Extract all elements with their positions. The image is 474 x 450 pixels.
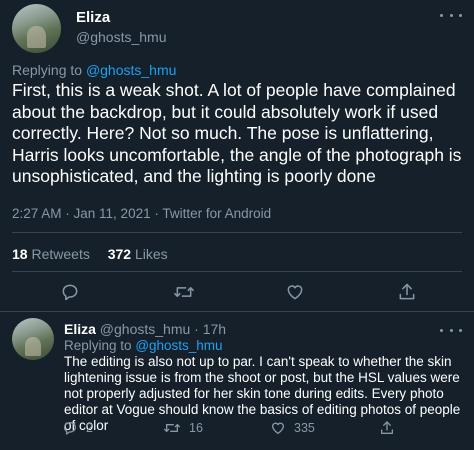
tweet-text: The editing is also not up to par. I can… xyxy=(64,354,461,433)
share-icon[interactable] xyxy=(397,282,417,302)
like-icon[interactable] xyxy=(270,420,286,436)
handle[interactable]: @ghosts_hmu xyxy=(76,29,166,45)
display-name[interactable]: Eliza xyxy=(64,321,96,337)
divider xyxy=(12,271,462,272)
divider xyxy=(0,311,474,312)
reply-count: 2 xyxy=(86,421,93,435)
retweets-label: Retweets xyxy=(31,246,90,262)
replying-to-prefix: Replying to xyxy=(64,338,132,353)
replying-to-prefix: Replying to xyxy=(12,62,83,78)
separator: · xyxy=(194,321,199,337)
divider xyxy=(12,232,462,233)
more-icon[interactable] xyxy=(440,325,462,335)
retweets-stat[interactable]: 18 Retweets xyxy=(12,246,94,262)
more-icon[interactable] xyxy=(440,10,462,20)
like-action[interactable]: 335 xyxy=(270,420,315,436)
likes-stat[interactable]: 372 Likes xyxy=(108,246,168,262)
reply-header: Eliza @ghosts_hmu · 17h xyxy=(64,321,226,337)
tweet-text: First, this is a weak shot. A lot of peo… xyxy=(12,80,462,186)
likes-label: Likes xyxy=(134,246,168,262)
retweets-count: 18 xyxy=(12,246,28,262)
tweet-time[interactable]: 17h xyxy=(203,321,226,337)
likes-count: 372 xyxy=(107,246,132,262)
reply-action[interactable]: 2 xyxy=(62,420,93,436)
avatar[interactable] xyxy=(12,318,54,360)
retweet-count: 16 xyxy=(189,421,203,435)
replying-to-link[interactable]: @ghosts_hmu xyxy=(86,62,176,78)
reply-icon[interactable] xyxy=(60,282,80,302)
replying-to-line: Replying to @ghosts_hmu xyxy=(64,338,223,353)
replying-to-line: Replying to @ghosts_hmu xyxy=(12,62,176,78)
reply-icon[interactable] xyxy=(62,420,78,436)
handle[interactable]: @ghosts_hmu xyxy=(100,321,190,337)
like-icon[interactable] xyxy=(285,282,305,302)
replying-to-link[interactable]: @ghosts_hmu xyxy=(135,338,222,353)
like-count: 335 xyxy=(294,421,315,435)
display-name[interactable]: Eliza xyxy=(76,9,110,26)
avatar[interactable] xyxy=(12,4,61,53)
retweet-action[interactable]: 16 xyxy=(163,420,203,436)
share-icon[interactable] xyxy=(379,420,395,436)
retweet-icon[interactable] xyxy=(173,282,195,302)
engagement-stats: 18 Retweets 372 Likes xyxy=(12,246,168,262)
tweet-timestamp[interactable]: 2:27 AM · Jan 11, 2021 · Twitter for And… xyxy=(12,206,271,221)
retweet-icon[interactable] xyxy=(163,420,181,436)
